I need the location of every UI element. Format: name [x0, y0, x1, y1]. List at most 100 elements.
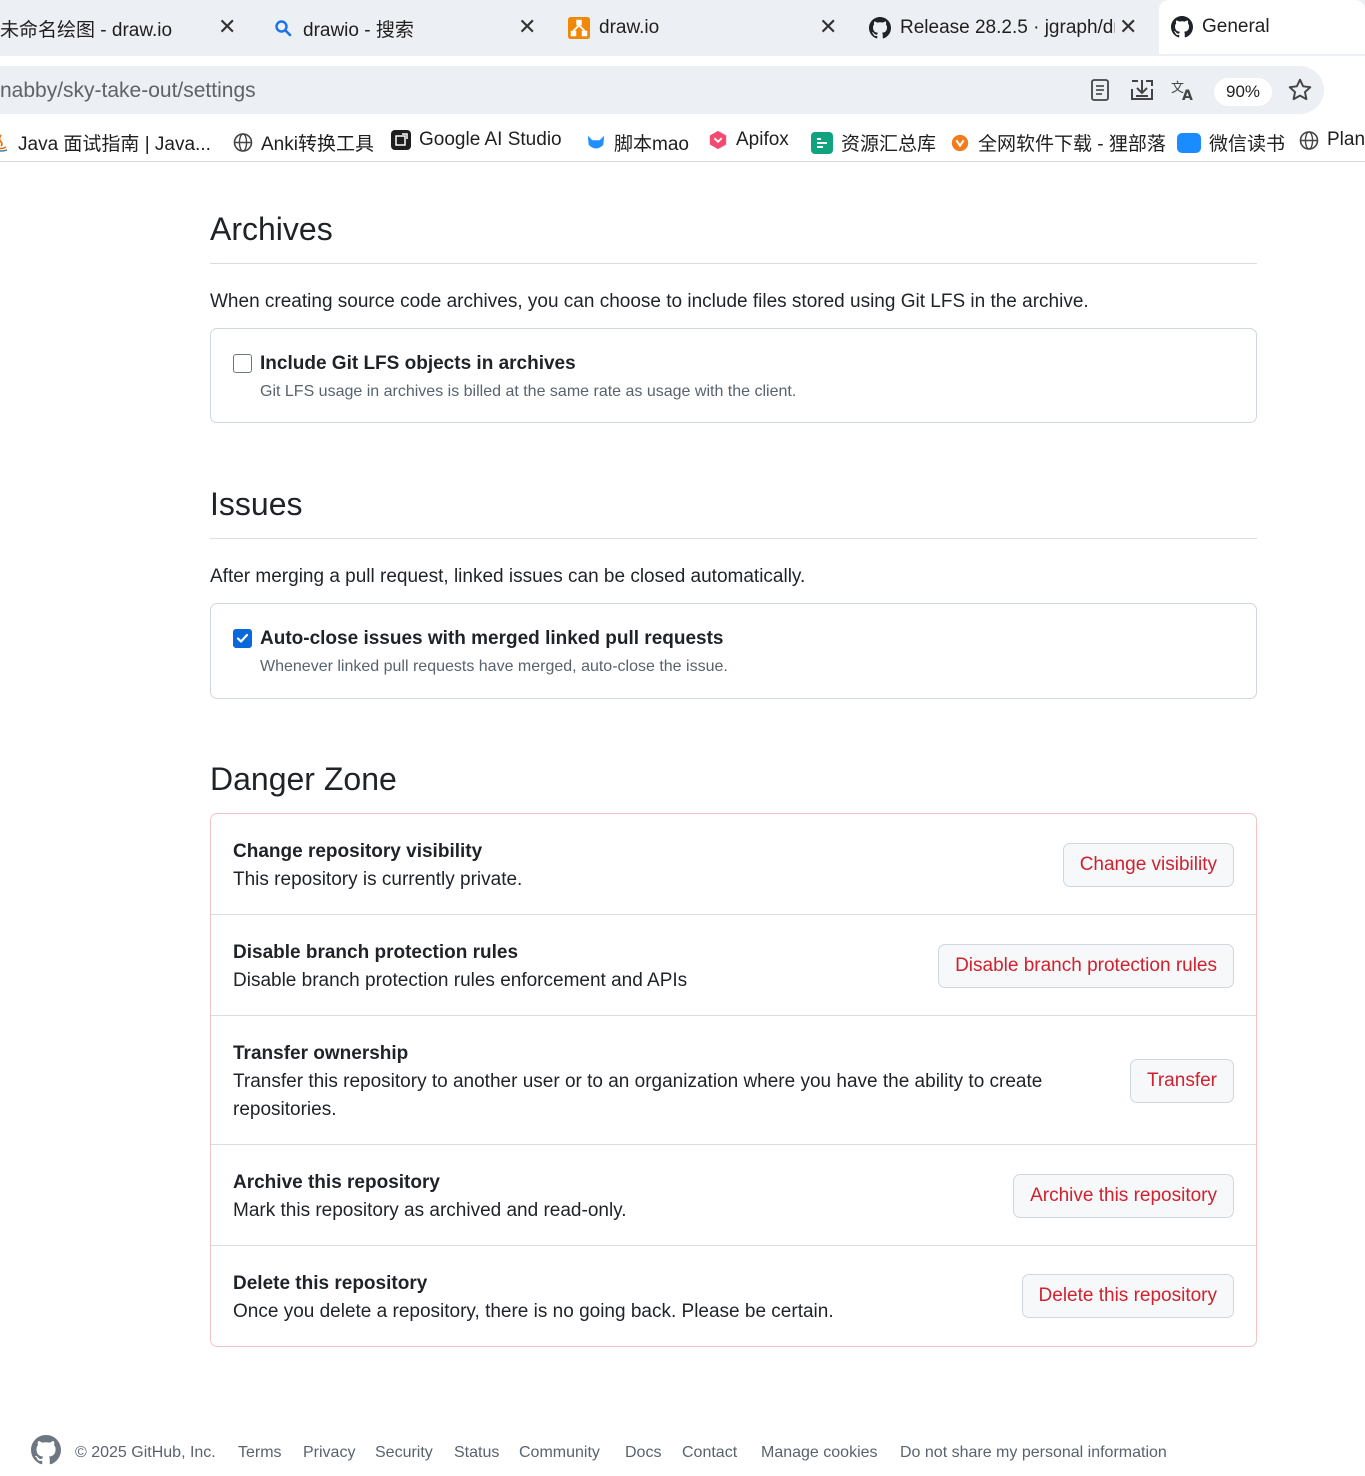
danger-row-desc: Mark this repository as archived and rea… — [233, 1200, 627, 1221]
bookmark-google-ai-studio[interactable]: Google AI Studio — [391, 129, 562, 151]
tab-title: 未命名绘图 - draw.io — [0, 19, 173, 41]
tab-drawio-search[interactable]: drawio - 搜索 ✕ — [272, 0, 542, 56]
include-lfs-checkbox[interactable] — [233, 354, 252, 373]
danger-row-title: Archive this repository — [233, 1172, 440, 1193]
bookmark-jiaobenmao[interactable]: 脚本mao — [586, 129, 689, 156]
danger-row-title: Change repository visibility — [233, 841, 483, 862]
close-icon[interactable]: ✕ — [218, 14, 236, 40]
danger-row-desc: Once you delete a repository, there is n… — [233, 1301, 834, 1322]
close-icon[interactable]: ✕ — [819, 14, 837, 40]
github-icon — [1171, 16, 1193, 38]
bookmark-star-icon[interactable] — [1286, 76, 1314, 104]
install-app-icon[interactable] — [1128, 76, 1156, 104]
drawio-icon — [568, 17, 590, 39]
bookmark-label: Google AI Studio — [419, 129, 562, 150]
footer-link-manage-cookies[interactable]: Manage cookies — [761, 1444, 878, 1462]
include-lfs-label[interactable]: Include Git LFS objects in archives — [260, 353, 576, 375]
bookmark-label: Java 面试指南 | Java... — [18, 134, 211, 155]
reader-mode-icon[interactable] — [1086, 76, 1114, 104]
bookmark-label: 全网软件下载 - 狸部落 — [978, 134, 1166, 155]
github-logo-icon[interactable] — [31, 1435, 61, 1470]
divider — [210, 263, 1257, 264]
url-text[interactable]: nabby/sky-take-out/settings — [0, 79, 256, 103]
weread-icon — [1177, 132, 1201, 153]
issues-description: After merging a pull request, linked iss… — [210, 566, 806, 587]
auto-close-note: Whenever linked pull requests have merge… — [260, 658, 728, 675]
divider — [210, 538, 1257, 539]
footer-link-contact[interactable]: Contact — [682, 1444, 737, 1462]
footer-link-terms[interactable]: Terms — [238, 1444, 282, 1462]
footer-link-status[interactable]: Status — [454, 1444, 499, 1462]
archive-repository-button[interactable]: Archive this repository — [1013, 1174, 1234, 1218]
archives-description: When creating source code archives, you … — [210, 291, 1089, 312]
auto-close-checkbox[interactable] — [233, 629, 252, 648]
tab-drawio-untitled[interactable]: 未命名绘图 - draw.io ✕ — [0, 0, 250, 56]
bookmark-plan[interactable]: Plan — [1299, 129, 1365, 151]
tab-title: drawio - 搜索 — [303, 19, 414, 41]
bookmark-label: Plan — [1327, 129, 1365, 150]
fox-icon — [950, 133, 970, 153]
danger-zone-heading: Danger Zone — [210, 761, 397, 797]
disable-branch-protection-button[interactable]: Disable branch protection rules — [938, 944, 1234, 988]
cat-icon — [586, 133, 606, 153]
footer-link-do-not-share[interactable]: Do not share my personal information — [900, 1444, 1167, 1462]
browser-tab-strip: 未命名绘图 - draw.io ✕ drawio - 搜索 ✕ draw.io … — [0, 0, 1365, 56]
java-icon — [0, 133, 10, 153]
tab-drawio[interactable]: draw.io ✕ — [568, 0, 843, 56]
footer-link-privacy[interactable]: Privacy — [303, 1444, 355, 1462]
bookmark-resource-library[interactable]: 资源汇总库 — [811, 129, 936, 156]
tab-title: draw.io — [599, 17, 660, 38]
tab-release[interactable]: Release 28.2.5 · jgraph/dr ✕ — [869, 0, 1141, 56]
tab-title: Release 28.2.5 · jgraph/dr — [900, 17, 1115, 38]
danger-row-visibility: Change repository visibility This reposi… — [211, 814, 1256, 914]
danger-row-transfer: Transfer ownership Transfer this reposit… — [211, 1015, 1256, 1144]
omnibox[interactable]: nabby/sky-take-out/settings 文A 90% — [0, 66, 1324, 114]
delete-repository-button[interactable]: Delete this repository — [1021, 1274, 1234, 1318]
danger-row-branch-protection: Disable branch protection rules Disable … — [211, 914, 1256, 1015]
bookmark-label: 脚本mao — [614, 134, 689, 155]
danger-row-title: Delete this repository — [233, 1273, 428, 1294]
bookmarks-bar: Java 面试指南 | Java... Anki转换工具 Google AI S… — [0, 122, 1365, 162]
change-visibility-button[interactable]: Change visibility — [1062, 843, 1234, 887]
tab-title: General — [1202, 16, 1270, 37]
resource-icon — [811, 131, 833, 154]
footer-link-docs[interactable]: Docs — [625, 1444, 661, 1462]
bookmark-label: Anki转换工具 — [261, 134, 374, 155]
search-icon — [272, 17, 294, 39]
page-footer: © 2025 GitHub, Inc. Terms Privacy Securi… — [0, 1430, 1365, 1476]
bookmark-anki[interactable]: Anki转换工具 — [233, 129, 374, 156]
close-icon[interactable]: ✕ — [1119, 14, 1137, 40]
github-icon — [869, 17, 891, 39]
bookmark-weread[interactable]: 微信读书 — [1177, 129, 1285, 156]
apifox-icon — [708, 130, 728, 150]
bookmark-label: 微信读书 — [1209, 134, 1286, 155]
archives-option-box: Include Git LFS objects in archives Git … — [210, 328, 1257, 423]
issues-heading: Issues — [210, 486, 303, 522]
bookmark-label: 资源汇总库 — [841, 134, 937, 155]
bookmark-java-guide[interactable]: Java 面试指南 | Java... — [0, 129, 211, 156]
svg-text:A: A — [1182, 88, 1193, 102]
close-icon[interactable]: ✕ — [518, 14, 536, 40]
danger-row-desc: This repository is currently private. — [233, 869, 523, 890]
danger-row-desc: Disable branch protection rules enforcem… — [233, 970, 688, 991]
danger-zone-box: Change repository visibility This reposi… — [210, 813, 1257, 1347]
ai-studio-icon — [391, 130, 411, 150]
danger-row-desc: Transfer this repository to another user… — [233, 1071, 1043, 1120]
globe-icon — [233, 133, 253, 153]
translate-icon[interactable]: 文A — [1170, 76, 1198, 104]
auto-close-label[interactable]: Auto-close issues with merged linked pul… — [260, 628, 724, 650]
transfer-button[interactable]: Transfer — [1129, 1059, 1234, 1103]
include-lfs-note: Git LFS usage in archives is billed at t… — [260, 383, 797, 400]
zoom-level-badge[interactable]: 90% — [1214, 78, 1272, 106]
issues-option-box: Auto-close issues with merged linked pul… — [210, 603, 1257, 699]
address-bar: nabby/sky-take-out/settings 文A 90% — [0, 60, 1365, 122]
bookmark-label: Apifox — [736, 129, 789, 150]
archives-heading: Archives — [210, 211, 333, 247]
footer-link-community[interactable]: Community — [519, 1444, 600, 1462]
footer-link-security[interactable]: Security — [375, 1444, 433, 1462]
danger-row-delete: Delete this repository Once you delete a… — [211, 1245, 1256, 1347]
bookmark-libuluo[interactable]: 全网软件下载 - 狸部落 — [950, 129, 1166, 156]
bookmark-apifox[interactable]: Apifox — [708, 129, 789, 151]
tab-general[interactable]: General — [1159, 0, 1365, 54]
globe-icon — [1299, 130, 1319, 150]
